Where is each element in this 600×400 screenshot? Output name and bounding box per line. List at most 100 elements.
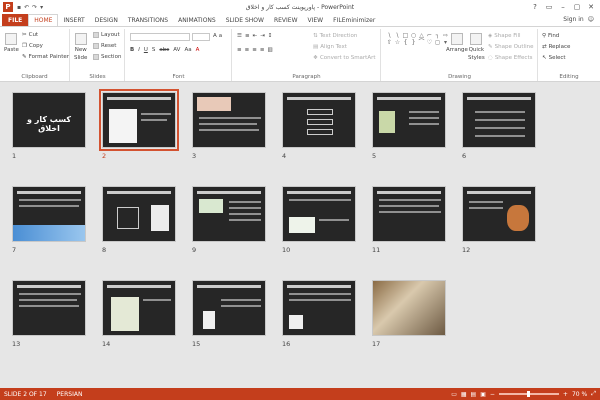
minimize-button[interactable]: –	[556, 0, 570, 14]
slide-sorter-icon[interactable]: ▦	[461, 391, 467, 398]
layout-icon	[93, 32, 99, 38]
arrange-label: Arrange	[446, 47, 468, 53]
replace-button[interactable]: ⇄ Replace	[542, 44, 570, 50]
slide-count-status[interactable]: SLIDE 2 OF 17	[4, 391, 47, 398]
shape-uarrow-icon[interactable]: ⇧	[386, 40, 393, 46]
font-name-box[interactable]	[130, 33, 190, 41]
font-color-icon[interactable]: A	[196, 47, 200, 53]
justify-icon[interactable]: ≡	[260, 47, 265, 53]
tab-design[interactable]: DESIGN	[90, 14, 123, 26]
slide-thumbnail[interactable]	[462, 92, 536, 148]
maximize-button[interactable]: ▢	[570, 0, 584, 14]
language-status[interactable]: PERSIAN	[57, 391, 83, 398]
font-size-box[interactable]	[192, 33, 210, 41]
slide-thumbnail[interactable]	[192, 92, 266, 148]
shape-curve-icon[interactable]: ⌒	[418, 40, 425, 46]
shape-effects-button[interactable]: ◌ Shape Effects	[488, 55, 532, 61]
strikethrough-icon[interactable]: abc	[159, 47, 169, 53]
zoom-level[interactable]: 70 %	[572, 391, 587, 398]
slide-thumbnail[interactable]	[12, 280, 86, 336]
columns-icon[interactable]: ▥	[267, 47, 272, 53]
slide-thumbnail[interactable]	[192, 280, 266, 336]
save-icon[interactable]: ▪	[17, 4, 21, 11]
decrease-indent-icon[interactable]: ⇤	[253, 33, 258, 39]
tab-review[interactable]: REVIEW	[269, 14, 303, 26]
zoom-in-icon[interactable]: +	[563, 391, 568, 398]
bold-icon[interactable]: B	[130, 47, 134, 53]
slide-thumbnail[interactable]	[372, 186, 446, 242]
shadow-icon[interactable]: S	[152, 47, 156, 53]
sign-in-link[interactable]: Sign in	[563, 16, 583, 23]
reset-button[interactable]: Reset	[93, 43, 116, 49]
shape-outline-button[interactable]: ✎ Shape Outline	[488, 44, 533, 50]
tab-animations[interactable]: ANIMATIONS	[173, 14, 221, 26]
shape-brace-icon[interactable]: {	[402, 40, 409, 46]
align-text-button[interactable]: ▤ Align Text	[313, 44, 347, 50]
slideshow-icon[interactable]: ▣	[480, 391, 486, 398]
shape-fill-button[interactable]: ◈ Shape Fill	[488, 33, 521, 39]
slide-thumbnail[interactable]	[192, 186, 266, 242]
tab-insert[interactable]: INSERT	[58, 14, 89, 26]
find-button[interactable]: ⚲ Find	[542, 33, 559, 39]
align-right-icon[interactable]: ≡	[252, 47, 257, 53]
normal-view-icon[interactable]: ▭	[451, 391, 457, 398]
customize-qat-icon[interactable]: ▾	[40, 4, 43, 11]
font-grow-shrink[interactable]: Aa	[213, 33, 222, 39]
slide-thumbnail[interactable]	[282, 92, 356, 148]
underline-icon[interactable]: U	[144, 47, 148, 53]
cut-button[interactable]: ✂ Cut	[22, 32, 38, 38]
change-case-icon[interactable]: Aa	[184, 47, 191, 53]
slide-thumbnail[interactable]	[372, 92, 446, 148]
bullets-icon[interactable]: ☰	[237, 33, 242, 39]
increase-indent-icon[interactable]: ⇥	[260, 33, 265, 39]
section-button[interactable]: Section	[93, 54, 121, 60]
tab-file[interactable]: FILE	[2, 14, 29, 26]
slide-thumbnail[interactable]	[102, 186, 176, 242]
close-button[interactable]: ✕	[584, 0, 598, 14]
user-avatar-icon[interactable]: ☺	[588, 16, 594, 23]
char-spacing-icon[interactable]: AV	[173, 47, 180, 53]
fit-window-icon[interactable]: ⤢	[591, 390, 596, 398]
convert-smartart-button[interactable]: ❖ Convert to SmartArt	[313, 55, 376, 61]
arrange-button[interactable]: Arrange	[446, 33, 468, 53]
zoom-slider[interactable]	[498, 391, 559, 397]
slide-thumbnail[interactable]	[372, 280, 446, 336]
format-painter-button[interactable]: ✎ Format Painter	[22, 54, 69, 60]
align-center-icon[interactable]: ≡	[245, 47, 250, 53]
quick-styles-button[interactable]: Quick Styles	[468, 33, 485, 61]
slide-thumbnail-selected[interactable]	[99, 89, 179, 151]
select-button[interactable]: ↖ Select	[542, 55, 566, 61]
shape-star-icon[interactable]: ☆	[394, 40, 401, 46]
new-slide-button[interactable]: New Slide	[74, 33, 87, 61]
line-spacing-icon[interactable]: ↕	[268, 33, 273, 39]
italic-icon[interactable]: I	[138, 47, 140, 53]
zoom-out-icon[interactable]: −	[490, 391, 495, 398]
align-left-icon[interactable]: ≡	[237, 47, 242, 53]
undo-icon[interactable]: ↶	[24, 4, 29, 11]
paste-button[interactable]: Paste	[4, 33, 19, 53]
tab-fileminimizer[interactable]: FILEminimizer	[328, 14, 380, 26]
slide-thumbnail[interactable]	[462, 186, 536, 242]
slide-thumbnail[interactable]	[12, 186, 86, 242]
shape-heart-icon[interactable]: ♡	[426, 40, 433, 46]
tab-slide-show[interactable]: SLIDE SHOW	[221, 14, 269, 26]
slide-thumbnail[interactable]	[282, 280, 356, 336]
layout-button[interactable]: Layout	[93, 32, 120, 38]
ribbon-display-button[interactable]: ▭	[542, 0, 556, 14]
shape-outline-label: Shape Outline	[494, 44, 534, 50]
tab-home[interactable]: HOME	[28, 14, 59, 26]
text-direction-button[interactable]: ⇅ Text Direction	[313, 33, 357, 39]
redo-icon[interactable]: ↷	[32, 4, 37, 11]
slide-thumbnail[interactable]	[282, 186, 356, 242]
slide-thumbnail[interactable]	[102, 280, 176, 336]
slide-thumbnail[interactable]: کسب کار و اخلاق	[12, 92, 86, 148]
numbering-icon[interactable]: ≡	[245, 33, 250, 39]
copy-button[interactable]: ❐ Copy	[22, 43, 43, 49]
help-button[interactable]: ?	[528, 0, 542, 14]
shape-brace2-icon[interactable]: }	[410, 40, 417, 46]
shapes-gallery[interactable]: \ \ □ ○ △ ⌐ ┐ ⇨ ⇧ ☆{} ⌒ ♡ ◻ ▾	[386, 33, 449, 46]
shape-callout-icon[interactable]: ◻	[434, 40, 441, 46]
tab-view[interactable]: VIEW	[303, 14, 329, 26]
tab-transitions[interactable]: TRANSITIONS	[123, 14, 173, 26]
reading-view-icon[interactable]: ▤	[471, 391, 477, 398]
